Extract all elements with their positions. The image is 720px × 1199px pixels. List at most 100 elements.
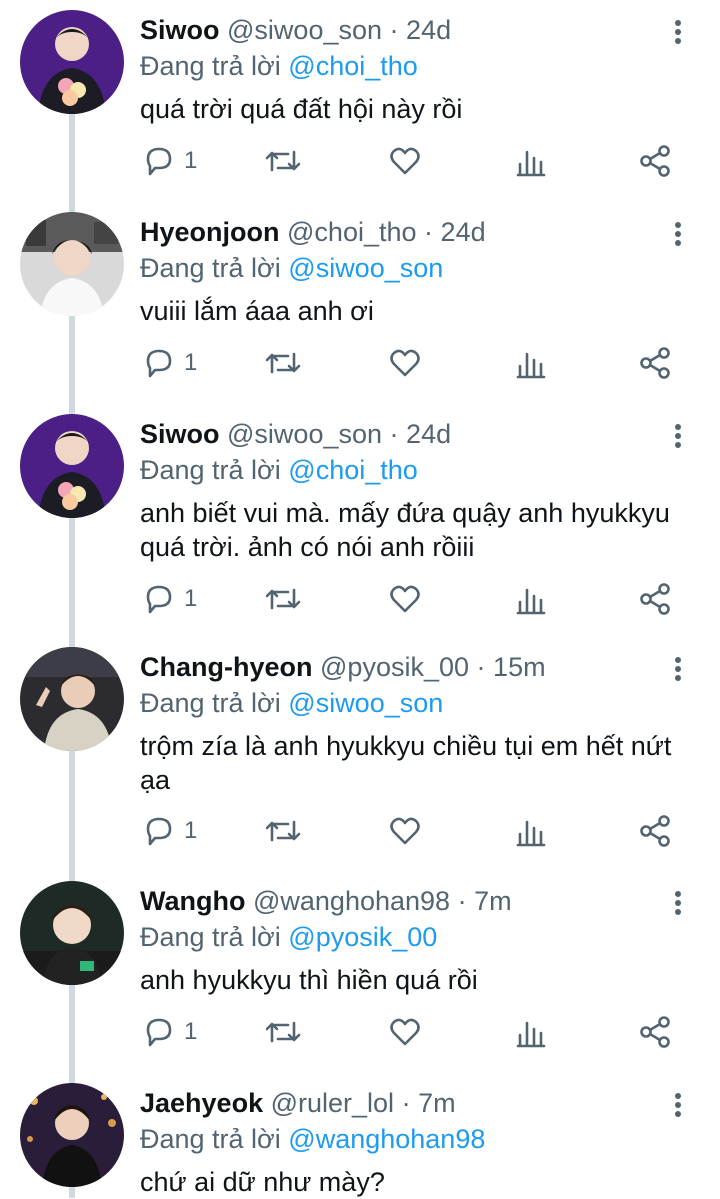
reply-button[interactable]: 1 xyxy=(142,579,197,619)
display-name[interactable]: Siwoo xyxy=(140,15,220,45)
avatar[interactable] xyxy=(20,414,124,518)
like-button[interactable] xyxy=(388,343,422,383)
timestamp[interactable]: 7m xyxy=(418,1088,456,1118)
like-icon xyxy=(390,1018,420,1046)
views-button[interactable] xyxy=(516,1012,546,1052)
like-button[interactable] xyxy=(388,579,422,619)
mention-link[interactable]: @choi_tho xyxy=(288,51,418,81)
views-button[interactable] xyxy=(516,141,546,181)
reply-count: 1 xyxy=(184,817,198,844)
like-button[interactable] xyxy=(388,811,422,851)
like-icon xyxy=(390,585,420,613)
views-icon xyxy=(516,150,546,177)
replying-to: Đang trả lời @choi_tho xyxy=(140,48,418,84)
mention-link[interactable]: @siwoo_son xyxy=(288,253,443,283)
display-name[interactable]: Hyeonjoon xyxy=(140,217,280,247)
separator-dot: · xyxy=(476,652,486,682)
timestamp[interactable]: 24d xyxy=(441,217,486,247)
share-icon xyxy=(640,145,670,177)
user-handle[interactable]: @siwoo_son xyxy=(227,419,382,449)
more-icon[interactable] xyxy=(666,887,690,917)
reply-icon xyxy=(146,585,172,614)
tweet-header: Wangho @wanghohan98 · 7m xyxy=(140,881,512,921)
views-icon xyxy=(516,588,546,615)
display-name[interactable]: Siwoo xyxy=(140,419,220,449)
tweet-header: Hyeonjoon @choi_tho · 24d xyxy=(140,212,486,252)
reply-count: 1 xyxy=(184,585,198,612)
user-handle[interactable]: @ruler_lol xyxy=(271,1088,394,1118)
like-icon xyxy=(390,349,420,377)
retweet-icon xyxy=(265,352,301,374)
user-handle[interactable]: @choi_tho xyxy=(287,217,417,247)
display-name[interactable]: Wangho xyxy=(140,886,245,916)
like-icon xyxy=(390,147,420,175)
share-icon xyxy=(640,583,670,615)
avatar[interactable] xyxy=(20,212,124,316)
share-button[interactable] xyxy=(638,811,672,851)
more-icon[interactable] xyxy=(666,420,690,450)
action-bar: 1 xyxy=(140,579,680,619)
avatar[interactable] xyxy=(20,1083,124,1187)
retweet-button[interactable] xyxy=(264,1012,302,1052)
replying-to-label: Đang trả lời xyxy=(140,688,281,718)
mention-link[interactable]: @siwoo_son xyxy=(288,688,443,718)
views-icon xyxy=(516,1021,546,1048)
tweet-header: Jaehyeok @ruler_lol · 7m xyxy=(140,1083,456,1123)
share-button[interactable] xyxy=(638,579,672,619)
avatar[interactable] xyxy=(20,10,124,114)
avatar[interactable] xyxy=(20,881,124,985)
user-handle[interactable]: @pyosik_00 xyxy=(320,652,469,682)
timestamp[interactable]: 7m xyxy=(474,886,512,916)
retweet-button[interactable] xyxy=(264,141,302,181)
separator-dot: · xyxy=(389,15,399,45)
mention-link[interactable]: @wanghohan98 xyxy=(288,1124,485,1154)
views-button[interactable] xyxy=(516,811,546,851)
retweet-icon xyxy=(265,820,301,842)
mention-link[interactable]: @choi_tho xyxy=(288,455,418,485)
separator-dot: · xyxy=(457,886,467,916)
mention-link[interactable]: @pyosik_00 xyxy=(288,922,437,952)
replying-to: Đang trả lời @pyosik_00 xyxy=(140,919,437,955)
reply-icon xyxy=(146,349,172,378)
replying-to-label: Đang trả lời xyxy=(140,922,281,952)
share-button[interactable] xyxy=(638,343,672,383)
avatar[interactable] xyxy=(20,647,124,751)
more-icon[interactable] xyxy=(666,1089,690,1119)
retweet-icon xyxy=(265,588,301,610)
more-icon[interactable] xyxy=(666,16,690,46)
tweet-header: Siwoo @siwoo_son · 24d xyxy=(140,10,451,50)
timestamp[interactable]: 15m xyxy=(493,652,546,682)
retweet-button[interactable] xyxy=(264,811,302,851)
display-name[interactable]: Chang-hyeon xyxy=(140,652,313,682)
reply-count: 1 xyxy=(184,1018,198,1045)
retweet-icon xyxy=(265,1021,301,1043)
retweet-button[interactable] xyxy=(264,343,302,383)
reply-button[interactable]: 1 xyxy=(142,343,197,383)
share-button[interactable] xyxy=(638,141,672,181)
share-button[interactable] xyxy=(638,1012,672,1052)
like-button[interactable] xyxy=(388,1012,422,1052)
views-button[interactable] xyxy=(516,579,546,619)
user-handle[interactable]: @wanghohan98 xyxy=(253,886,450,916)
timestamp[interactable]: 24d xyxy=(406,419,451,449)
reply-button[interactable]: 1 xyxy=(142,1012,197,1052)
tweet-text: quá trời quá đất hội này rồi xyxy=(140,94,463,124)
like-button[interactable] xyxy=(388,141,422,181)
replying-to-label: Đang trả lời xyxy=(140,1124,281,1154)
replying-to: Đang trả lời @wanghohan98 xyxy=(140,1121,485,1157)
replying-to-label: Đang trả lời xyxy=(140,253,281,283)
tweet-header: Siwoo @siwoo_son · 24d xyxy=(140,414,451,454)
user-handle[interactable]: @siwoo_son xyxy=(227,15,382,45)
more-icon[interactable] xyxy=(666,218,690,248)
timestamp[interactable]: 24d xyxy=(406,15,451,45)
tweet-text: anh biết vui mà. mấy đứa quậy anh hyukky… xyxy=(140,498,670,562)
reply-button[interactable]: 1 xyxy=(142,811,197,851)
retweet-button[interactable] xyxy=(264,579,302,619)
replying-to-label: Đang trả lời xyxy=(140,455,281,485)
action-bar: 1 xyxy=(140,343,680,383)
retweet-icon xyxy=(265,150,301,172)
more-icon[interactable] xyxy=(666,653,690,683)
display-name[interactable]: Jaehyeok xyxy=(140,1088,263,1118)
reply-button[interactable]: 1 xyxy=(142,141,197,181)
views-button[interactable] xyxy=(516,343,546,383)
